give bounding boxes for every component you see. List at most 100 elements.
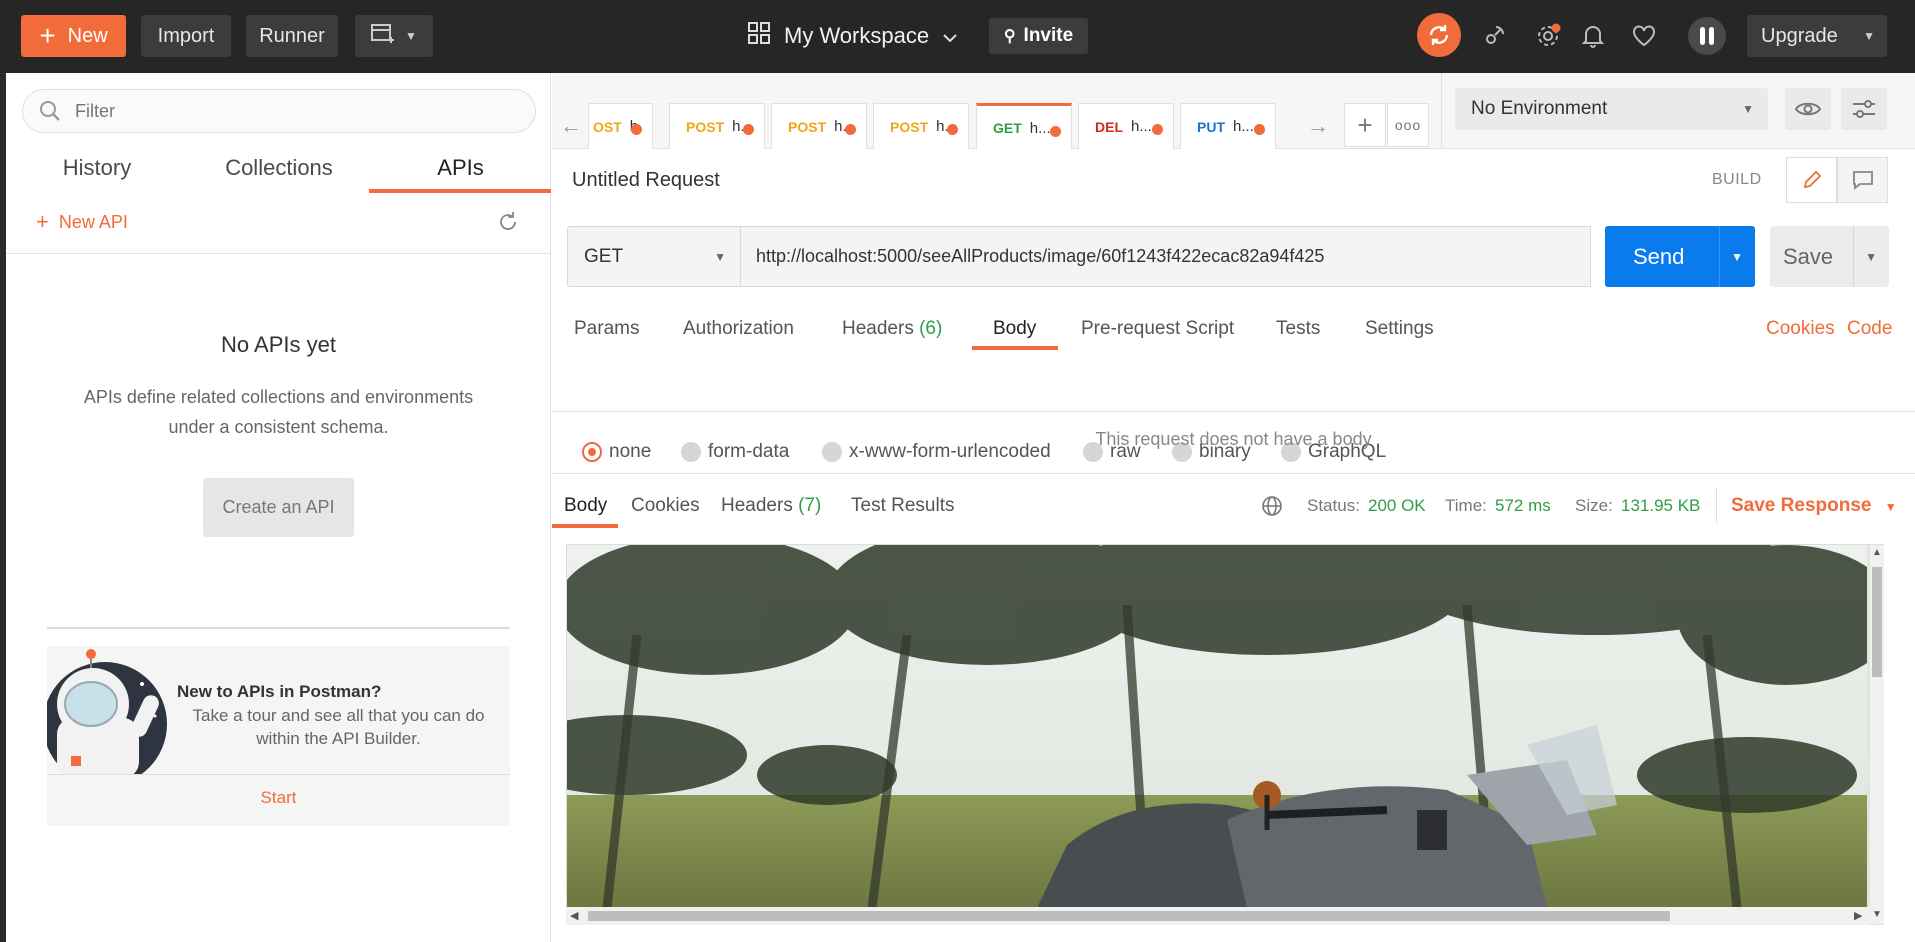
tab-prerequest-script[interactable]: Pre-request Script <box>1081 318 1234 340</box>
bell-icon[interactable] <box>1573 16 1613 56</box>
filter-input-wrapper[interactable] <box>22 89 536 133</box>
invite-label: Invite <box>1023 25 1074 46</box>
request-tab-active[interactable]: GET h... <box>976 103 1072 150</box>
tab-tests[interactable]: Tests <box>1276 318 1320 340</box>
add-tab-button[interactable]: + <box>1344 103 1386 147</box>
tab-params[interactable]: Params <box>574 318 639 340</box>
astronaut-illustration <box>47 646 167 775</box>
request-tab-method: POST <box>890 118 929 135</box>
caret-down-icon[interactable]: ▼ <box>1865 250 1877 264</box>
new-api-label: New API <box>58 211 128 232</box>
heart-icon[interactable] <box>1624 16 1664 56</box>
more-tabs-button[interactable]: ooo <box>1387 103 1429 147</box>
new-window-button[interactable]: ▼ <box>355 15 433 57</box>
save-button[interactable]: Save ▼ <box>1770 226 1889 287</box>
code-link[interactable]: Code <box>1847 318 1892 340</box>
cookies-link[interactable]: Cookies <box>1766 318 1835 340</box>
new-button[interactable]: + New <box>21 15 126 57</box>
method-label: GET <box>584 245 624 267</box>
url-text: http://localhost:5000/seeAllProducts/ima… <box>756 246 1325 266</box>
promo-line2: within the API Builder. <box>256 729 421 748</box>
unsaved-dot <box>743 124 754 135</box>
request-tab[interactable]: POST h. <box>771 103 867 149</box>
filter-input[interactable] <box>75 96 515 126</box>
request-tab[interactable]: POST h. <box>669 103 765 149</box>
tab-body[interactable]: Body <box>993 318 1036 340</box>
scroll-down-icon[interactable]: ▼ <box>1872 909 1882 920</box>
unsaved-dot <box>1254 124 1265 135</box>
tab-collections[interactable]: Collections <box>188 155 370 185</box>
new-api-button[interactable]: + New API <box>36 211 128 233</box>
request-tab-name: h... <box>1233 118 1254 135</box>
save-label: Save <box>1783 243 1834 269</box>
scroll-tabs-right-icon[interactable]: → <box>1307 113 1329 139</box>
response-tab-headers[interactable]: Headers (7) <box>721 495 821 517</box>
import-button[interactable]: Import <box>141 15 231 57</box>
sidebar: History Collections APIs + New API No AP… <box>6 73 551 942</box>
globe-icon[interactable] <box>1261 495 1283 522</box>
upgrade-label: Upgrade <box>1761 24 1838 47</box>
scroll-tabs-left-icon[interactable]: ← <box>560 113 582 139</box>
scroll-right-icon[interactable]: ▶ <box>1854 909 1862 922</box>
tab-apis[interactable]: APIs <box>370 155 551 185</box>
tab-authorization[interactable]: Authorization <box>683 318 794 340</box>
plus-icon: + <box>39 20 56 51</box>
environment-label: No Environment <box>1471 98 1608 119</box>
grid-icon <box>748 22 770 50</box>
response-tab-test-results[interactable]: Test Results <box>851 495 954 517</box>
runner-label: Runner <box>259 24 325 47</box>
refresh-icon[interactable] <box>497 211 519 238</box>
response-image-viewer <box>566 544 1884 925</box>
top-header: + New Import Runner ▼ My Workspace ⚲ Inv… <box>0 0 1915 73</box>
comments-button[interactable] <box>1837 157 1888 203</box>
eye-icon[interactable] <box>1785 88 1831 130</box>
send-button[interactable]: Send ▼ <box>1605 226 1755 287</box>
request-title[interactable]: Untitled Request <box>572 169 720 192</box>
response-tab-cookies[interactable]: Cookies <box>631 495 700 517</box>
scrollbar-thumb[interactable] <box>588 911 1670 921</box>
tab-headers[interactable]: Headers (6) <box>842 318 942 340</box>
unsaved-dot <box>631 124 642 135</box>
request-tab[interactable]: DEL h... <box>1078 103 1174 149</box>
request-tab[interactable]: OST h. <box>588 103 653 149</box>
request-tab-method: PUT <box>1197 118 1225 135</box>
url-input[interactable]: http://localhost:5000/seeAllProducts/ima… <box>740 226 1591 287</box>
tab-settings[interactable]: Settings <box>1365 318 1434 340</box>
sync-icon[interactable] <box>1417 13 1461 57</box>
request-tab[interactable]: POST h. <box>873 103 969 149</box>
tab-history[interactable]: History <box>6 155 188 185</box>
method-select[interactable]: GET ▼ <box>567 226 741 287</box>
workspace-label: My Workspace <box>784 23 930 48</box>
divider <box>552 411 1915 412</box>
create-api-button[interactable]: Create an API <box>203 478 354 537</box>
invite-button[interactable]: ⚲ Invite <box>989 18 1088 54</box>
save-response-button[interactable]: Save Response ▼ <box>1731 495 1897 517</box>
satellite-icon[interactable] <box>1474 16 1514 56</box>
request-tab-name: h... <box>1131 118 1152 135</box>
environment-select[interactable]: No Environment ▼ <box>1455 88 1768 130</box>
import-label: Import <box>157 24 215 47</box>
promo-start-link[interactable]: Start <box>47 788 510 808</box>
caret-down-icon[interactable]: ▼ <box>1731 250 1743 264</box>
main-panel: ← OST h. POST h. POST h. POST h. GET h..… <box>552 73 1915 942</box>
edit-pencil-button[interactable] <box>1786 157 1837 203</box>
vertical-divider <box>1716 487 1717 523</box>
request-tab[interactable]: PUT h... <box>1180 103 1276 149</box>
runner-button[interactable]: Runner <box>246 15 338 57</box>
active-response-tab-indicator <box>552 524 618 528</box>
unsaved-dot <box>1050 126 1061 137</box>
upgrade-button[interactable]: Upgrade ▼ <box>1747 15 1887 57</box>
avatar[interactable] <box>1688 17 1726 55</box>
workspace-switcher[interactable]: My Workspace <box>748 18 957 54</box>
scrollbar-thumb[interactable] <box>1872 567 1882 677</box>
response-tab-body[interactable]: Body <box>564 495 607 517</box>
promo-line1: Take a tour and see all that you can do <box>192 706 485 725</box>
horizontal-scrollbar[interactable]: ◀ ▶ <box>566 907 1870 925</box>
settings-sliders-icon[interactable] <box>1841 88 1887 130</box>
scroll-up-icon[interactable]: ▲ <box>1872 547 1882 558</box>
scroll-left-icon[interactable]: ◀ <box>570 909 578 922</box>
gear-icon[interactable] <box>1528 16 1568 56</box>
size-value: 131.95 KB <box>1621 496 1701 515</box>
response-headers-label: Headers <box>721 495 793 516</box>
vertical-scrollbar[interactable]: ▲ ▼ <box>1870 545 1884 924</box>
